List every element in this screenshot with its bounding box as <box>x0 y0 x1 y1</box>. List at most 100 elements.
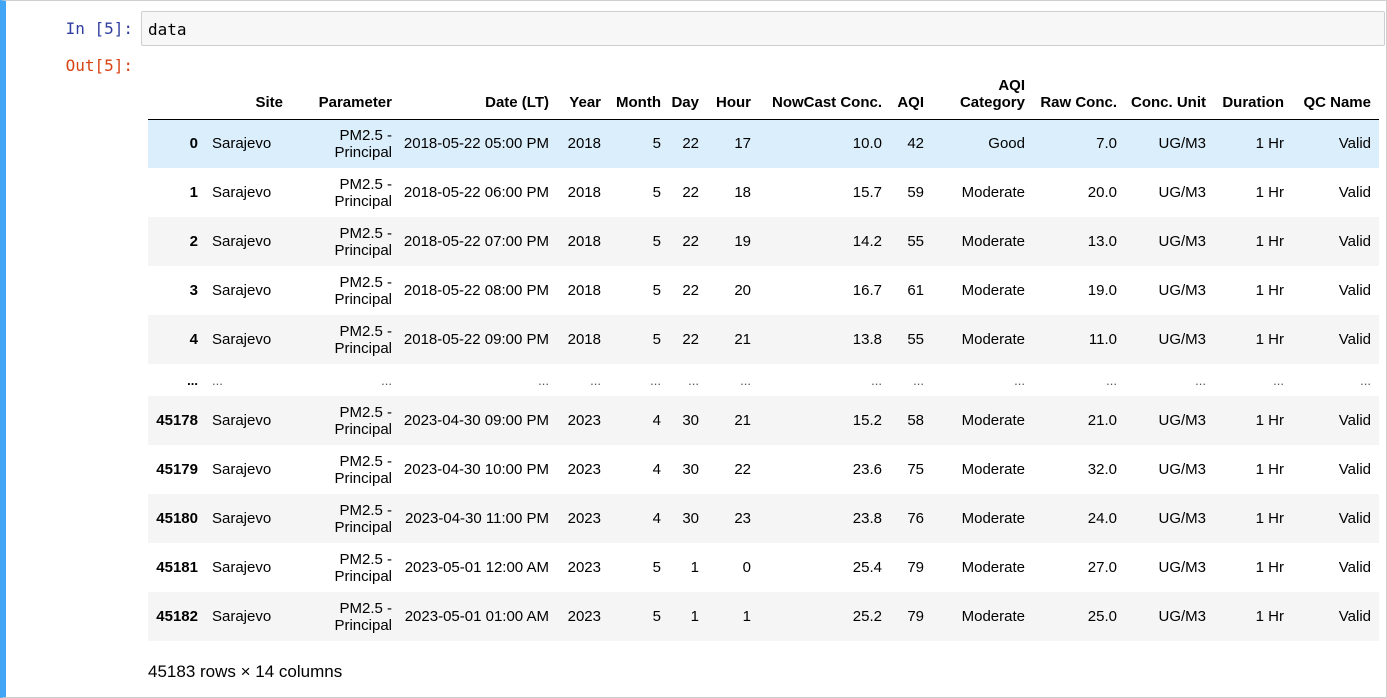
column-header: QC Name <box>1292 71 1379 120</box>
table-cell: 23.8 <box>852 510 882 527</box>
table-cell: 2018 <box>567 282 601 299</box>
table-cell: Sarajevo <box>212 461 272 478</box>
table-cell: 20.0 <box>1087 184 1117 201</box>
table-cell: Moderate <box>961 233 1025 250</box>
table-cell: 30 <box>682 510 699 527</box>
table-cell: 21.0 <box>1087 412 1117 429</box>
output-prompt: Out[5]: <box>65 56 133 75</box>
table-cell: Good <box>988 135 1025 153</box>
table-row: 45182 Sarajevo PM2.5 - Principal 2023-05-01… <box>148 592 1379 641</box>
table-cell: Valid <box>1338 412 1371 429</box>
table-cell: Sarajevo <box>212 608 272 625</box>
table-cell: 61 <box>907 282 924 299</box>
table-cell: UG/M3 <box>1158 559 1206 576</box>
table-cell: UG/M3 <box>1158 461 1206 478</box>
table-cell: ... <box>1106 372 1117 388</box>
column-header: Month <box>609 71 669 120</box>
table-cell: 10.0 <box>852 135 882 153</box>
table-cell: 59 <box>907 184 924 201</box>
table-cell: 76 <box>907 510 924 527</box>
table-cell: UG/M3 <box>1158 282 1206 299</box>
table-cell: 2018 <box>567 135 601 153</box>
table-cell: 1 Hr <box>1255 412 1284 429</box>
table-cell: PM2.5 - Principal <box>334 403 392 438</box>
table-cell: 32.0 <box>1087 461 1117 478</box>
table-cell: 1 <box>742 608 751 625</box>
table-cell: ... <box>913 372 924 388</box>
table-cell: ... <box>1195 372 1206 388</box>
table-cell: 2018 <box>567 331 601 348</box>
row-index: ... <box>187 372 198 388</box>
code-input[interactable]: data <box>141 11 1385 46</box>
row-index: 0 <box>189 135 198 153</box>
table-cell: 1 Hr <box>1255 331 1284 348</box>
column-header: Date (LT) <box>400 71 557 120</box>
table-cell: 17 <box>734 135 751 153</box>
table-cell: Moderate <box>961 461 1025 478</box>
table-cell: ... <box>1360 372 1371 388</box>
table-cell: 55 <box>907 331 924 348</box>
table-cell: 42 <box>907 135 924 153</box>
table-cell: 1 <box>690 608 699 625</box>
table-cell: 2023 <box>567 510 601 527</box>
row-index: 45182 <box>156 608 198 625</box>
table-cell: Moderate <box>961 331 1025 348</box>
table-cell: Valid <box>1338 331 1371 348</box>
table-cell: 30 <box>682 412 699 429</box>
table-cell: Moderate <box>961 412 1025 429</box>
table-cell: Sarajevo <box>212 331 272 348</box>
table-cell: 15.2 <box>852 412 882 429</box>
table-row: 45180 Sarajevo PM2.5 - Principal 2023-04-30… <box>148 494 1379 543</box>
table-cell: Sarajevo <box>212 559 272 576</box>
table-cell: 1 Hr <box>1255 608 1284 625</box>
row-index: 3 <box>189 282 198 299</box>
table-cell: ... <box>1273 372 1284 388</box>
table-cell: ... <box>650 372 661 388</box>
table-cell: 55 <box>907 233 924 250</box>
table-cell: UG/M3 <box>1158 412 1206 429</box>
table-cell: 2018-05-22 08:00 PM <box>403 282 549 299</box>
table-cell: PM2.5 - Principal <box>334 273 392 308</box>
dataframe-table: Site Parameter Date (LT) Year Month Day Hour No… <box>148 71 1379 641</box>
table-cell: 2023-05-01 01:00 AM <box>404 608 549 625</box>
column-header: Year <box>557 71 609 120</box>
code-text[interactable]: data <box>148 20 187 39</box>
table-cell: ... <box>381 372 392 388</box>
table-cell: Moderate <box>961 559 1025 576</box>
table-cell: 16.7 <box>852 282 882 299</box>
table-cell: ... <box>212 372 223 388</box>
notebook-cell[interactable]: In [5]: data Out[5]: Site Parameter Date (… <box>0 0 1387 698</box>
table-cell: 2023-05-01 12:00 AM <box>404 559 549 576</box>
table-cell: PM2.5 - Principal <box>334 452 392 487</box>
row-index: 45179 <box>156 461 198 478</box>
table-row: 45179 Sarajevo PM2.5 - Principal 2023-04-30… <box>148 445 1379 494</box>
table-cell: Moderate <box>961 184 1025 201</box>
table-cell: 1 Hr <box>1255 461 1284 478</box>
table-cell: 30 <box>682 461 699 478</box>
row-index: 4 <box>189 331 198 348</box>
table-cell: 1 Hr <box>1255 135 1284 153</box>
table-cell: 2018-05-22 06:00 PM <box>403 184 549 201</box>
table-cell: PM2.5 - Principal <box>334 224 392 259</box>
table-cell: 7.0 <box>1096 135 1117 153</box>
table-cell: UG/M3 <box>1158 510 1206 527</box>
table-cell: 4 <box>652 461 661 478</box>
table-cell: 19.0 <box>1087 282 1117 299</box>
table-cell: 24.0 <box>1087 510 1117 527</box>
table-cell: 1 Hr <box>1255 559 1284 576</box>
table-cell: 2018-05-22 07:00 PM <box>403 233 549 250</box>
column-header: Site <box>206 71 291 120</box>
table-row: 3 Sarajevo PM2.5 - Principal 2018-05-22 08:… <box>148 266 1379 315</box>
table-cell: 5 <box>652 282 661 299</box>
table-cell: 2018-05-22 05:00 PM <box>403 135 549 153</box>
column-header: NowCast Conc. <box>759 71 890 120</box>
column-header: Hour <box>707 71 759 120</box>
table-cell: Moderate <box>961 608 1025 625</box>
column-header: Duration <box>1214 71 1292 120</box>
table-cell: Valid <box>1338 461 1371 478</box>
table-cell: 22 <box>682 135 699 153</box>
table-cell: ... <box>740 372 751 388</box>
table-row: 45178 Sarajevo PM2.5 - Principal 2023-04-30… <box>148 396 1379 445</box>
table-cell: Sarajevo <box>212 233 272 250</box>
table-cell: 22 <box>682 331 699 348</box>
